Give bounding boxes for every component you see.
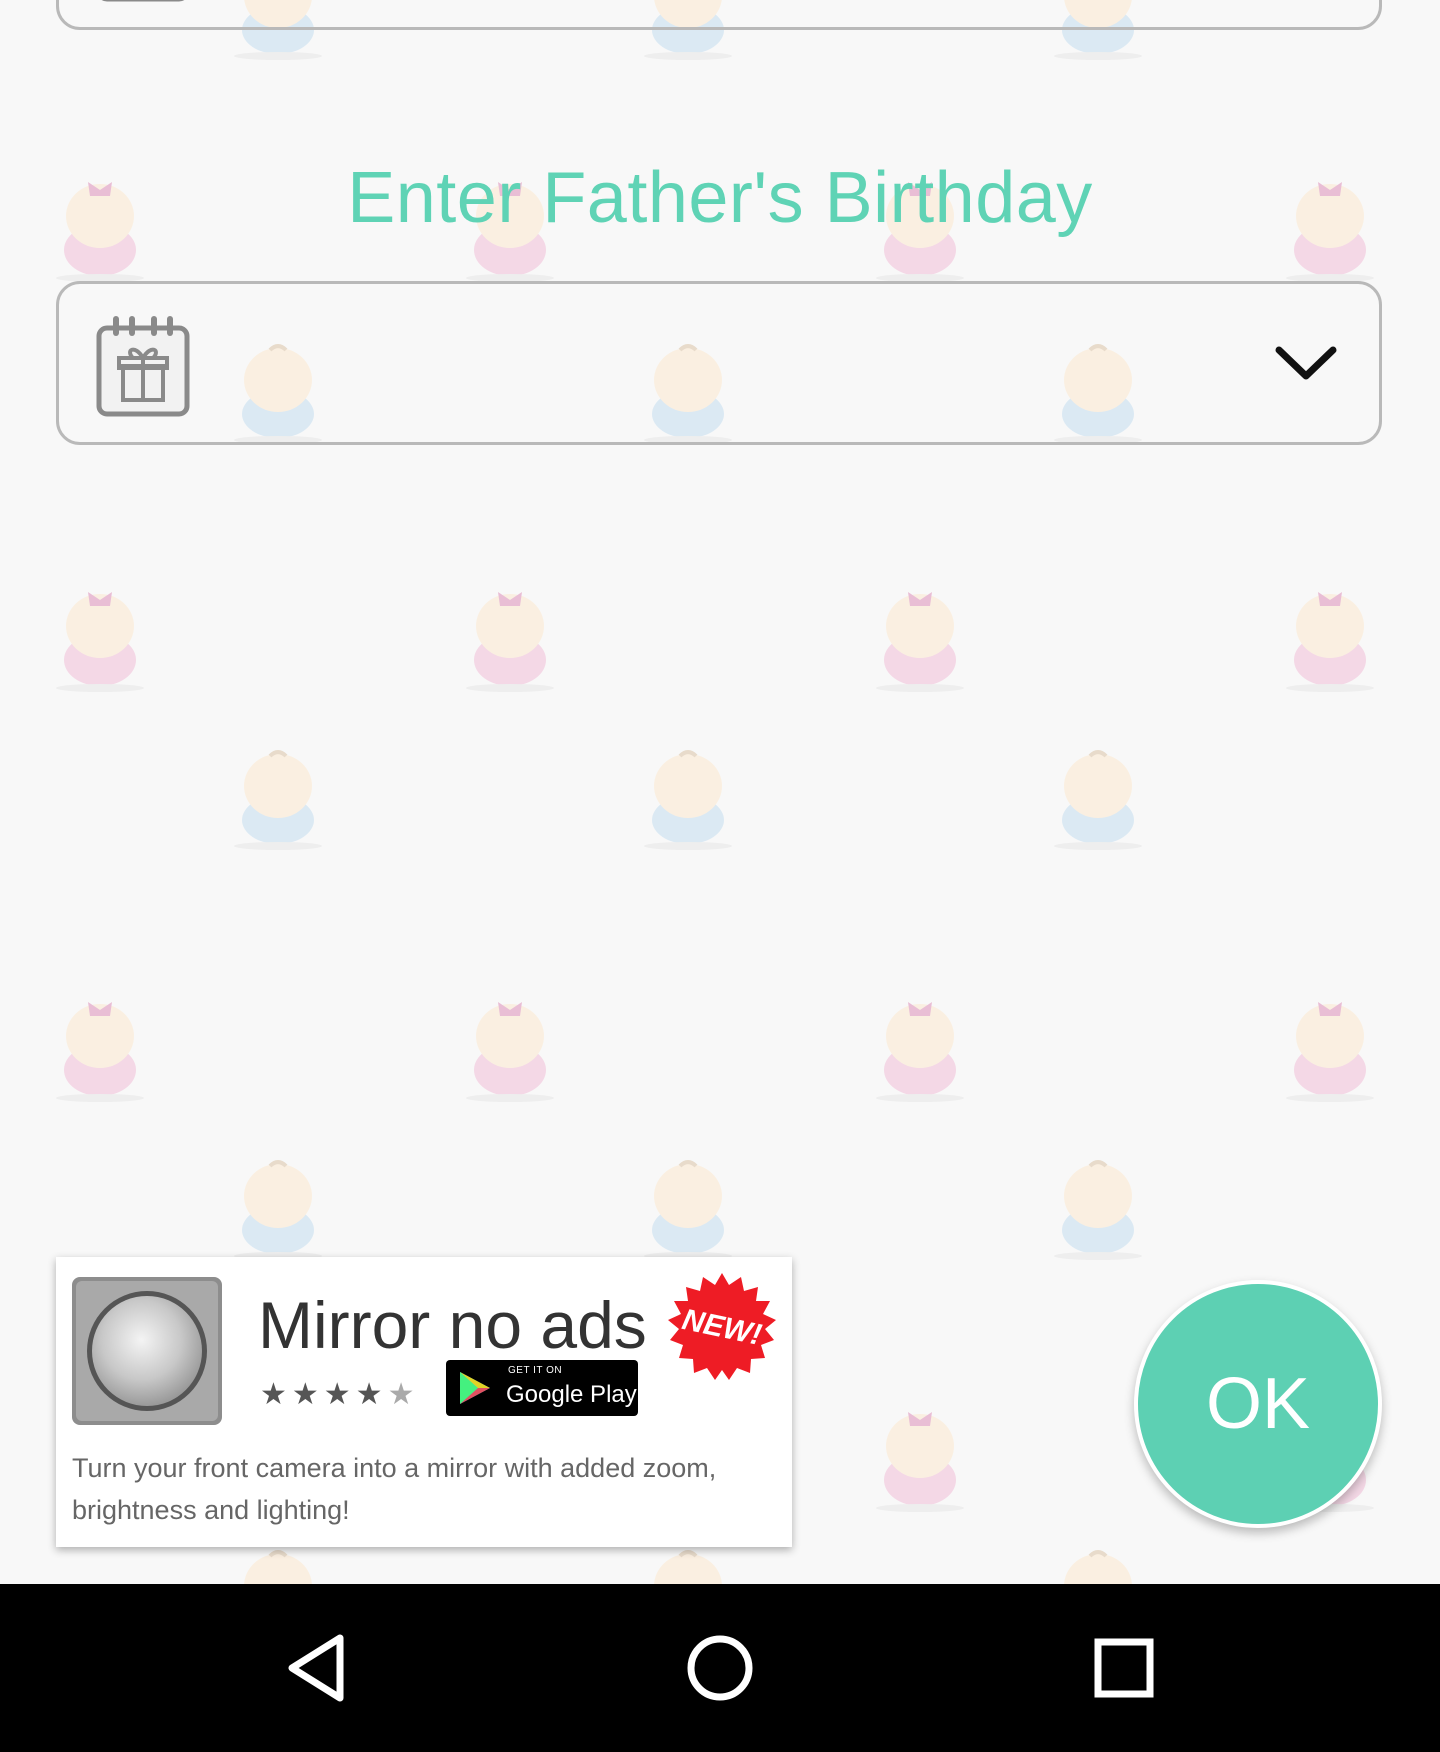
ad-title: Mirror no ads	[258, 1288, 647, 1362]
badge-big-text: Google Play	[506, 1381, 637, 1408]
nav-back-icon[interactable]	[266, 1618, 366, 1718]
ok-button[interactable]: OK	[1134, 1280, 1382, 1528]
nav-home-icon[interactable]	[670, 1618, 770, 1718]
play-store-icon	[460, 1372, 490, 1404]
father-birthday-field[interactable]	[56, 281, 1382, 445]
new-badge: NEW!	[668, 1273, 776, 1380]
chevron-down-icon[interactable]	[1273, 342, 1339, 386]
badge-small-text: GET IT ON	[508, 1365, 563, 1376]
nav-recent-icon[interactable]	[1074, 1618, 1174, 1718]
mirror-app-icon	[72, 1277, 222, 1425]
navigation-bar	[0, 1584, 1440, 1752]
google-play-badge[interactable]: GET IT ON Google Play	[446, 1360, 638, 1416]
calendar-icon	[101, 0, 185, 2]
page-title: Enter Father's Birthday	[347, 158, 1093, 238]
rating-stars: ★★★★★	[260, 1378, 420, 1411]
previous-date-field[interactable]	[56, 0, 1382, 30]
ad-description: Turn your front camera into a mirror wit…	[72, 1453, 717, 1525]
calendar-gift-icon	[96, 316, 190, 417]
ad-banner[interactable]: Mirror no ads ★★★★★ GET IT ON Google Pla…	[56, 1257, 792, 1547]
